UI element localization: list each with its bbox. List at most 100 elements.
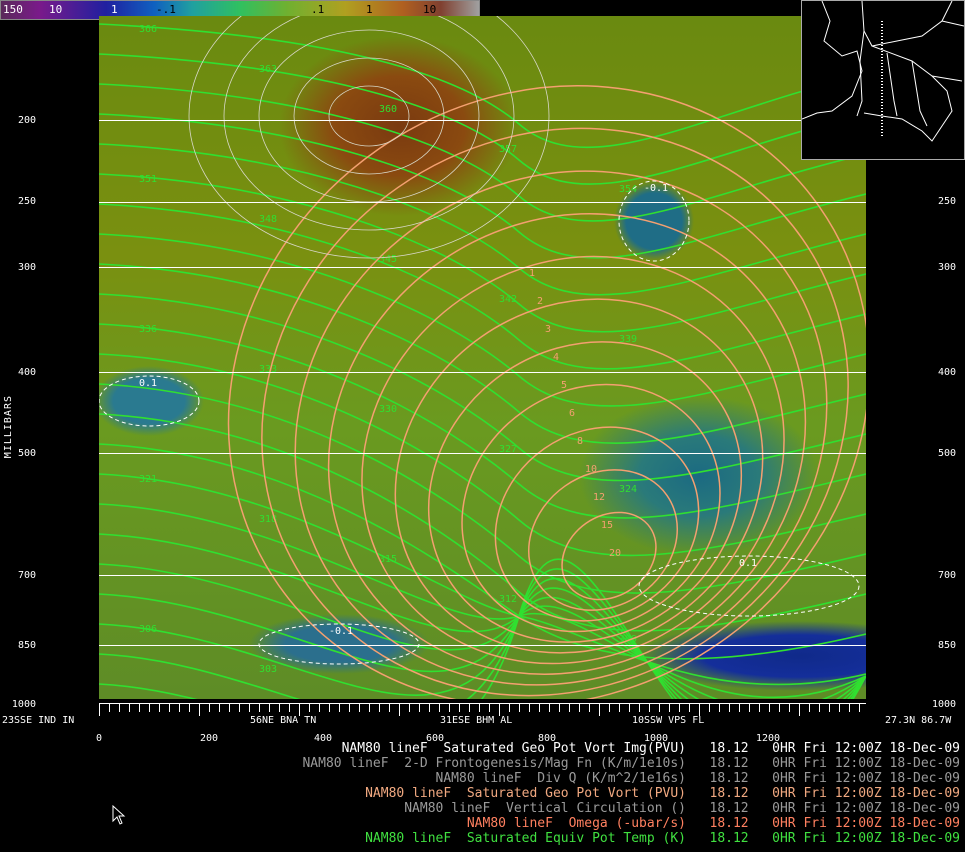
x-axis-tick xyxy=(319,704,320,712)
legend-entry: NAM80 lineF Saturated Geo Pot Vort Img(P… xyxy=(200,741,960,756)
legend-entry: NAM80 lineF Saturated Equiv Pot Temp (K)… xyxy=(200,831,960,846)
legend-day: Fri xyxy=(803,786,827,801)
legend-day: Fri xyxy=(803,756,827,771)
x-axis-tick xyxy=(659,704,660,712)
legend-line-name: lineF xyxy=(412,786,452,801)
x-axis-tick xyxy=(369,704,370,712)
legend-date: 18-Dec-09 xyxy=(889,786,960,801)
pv-contour xyxy=(227,85,866,699)
x-axis-tick xyxy=(189,704,190,712)
x-axis-tick xyxy=(549,704,550,712)
pv-contour-label: 12 xyxy=(593,492,605,503)
theta-contour xyxy=(99,323,866,519)
x-axis-tick xyxy=(99,704,100,716)
x-axis-tick xyxy=(589,704,590,712)
x-axis-tick xyxy=(379,704,380,712)
x-axis-tick xyxy=(349,704,350,712)
theta-contour xyxy=(99,503,866,699)
x-axis-tick xyxy=(469,704,470,712)
pv-contour-label: 20 xyxy=(609,548,621,559)
legend-day: Fri xyxy=(803,816,827,831)
legend-model: NAM80 xyxy=(404,801,444,816)
x-axis-tick xyxy=(749,704,750,712)
legend-field: Div Q (K/m^2/1e16s) xyxy=(537,771,687,786)
legend-field: Vertical Circulation () xyxy=(506,801,687,816)
theta-contour xyxy=(99,23,866,149)
legend-time: 18.12 xyxy=(709,756,749,771)
x-axis-tick xyxy=(129,704,130,712)
omega-contour-label: 0.1 xyxy=(139,378,157,389)
x-axis-tick xyxy=(739,704,740,712)
x-axis-tick xyxy=(849,704,850,712)
legend-model: NAM80 xyxy=(365,786,405,801)
legend-time: 18.12 xyxy=(709,816,749,831)
theta-contour-label: 333 xyxy=(259,364,277,375)
legend-entry: NAM80 lineF Div Q (K/m^2/1e16s) 18.12 0H… xyxy=(200,771,960,786)
x-axis-tick xyxy=(509,704,510,712)
legend-entry: NAM80 lineF Saturated Geo Pot Vort (PVU)… xyxy=(200,786,960,801)
pressure-gridline xyxy=(99,267,866,268)
y-axis-title: MILLIBARS xyxy=(3,395,14,459)
theta-contour-label: 312 xyxy=(499,594,517,605)
x-axis-tick xyxy=(229,704,230,712)
x-axis-tick xyxy=(759,704,760,712)
inset-map xyxy=(801,0,965,160)
theta-contour-label: 351 xyxy=(139,174,157,185)
pressure-gridline xyxy=(99,645,866,646)
legend-field: Omega (-ubar/s) xyxy=(568,816,687,831)
theta-contour xyxy=(99,83,866,222)
x-axis-tick xyxy=(149,704,150,712)
x-axis-tick xyxy=(159,704,160,712)
pressure-gridline xyxy=(99,453,866,454)
legend-z: 12:00Z xyxy=(834,756,882,771)
x-axis-tick xyxy=(639,704,640,712)
colorbar-label: 150 xyxy=(3,3,23,16)
colorbar-label: 1 xyxy=(111,3,118,16)
pressure-label: 400 xyxy=(17,367,36,378)
legend-field: Saturated Equiv Pot Temp (K) xyxy=(466,831,687,846)
omega-contour-label: -0.1 xyxy=(329,626,353,637)
theta-contour-label: 336 xyxy=(139,324,157,335)
x-axis-tick xyxy=(809,704,810,712)
legend-day: Fri xyxy=(803,831,827,846)
x-axis-tick xyxy=(109,704,110,712)
x-axis-tick xyxy=(259,704,260,712)
legend-z: 12:00Z xyxy=(834,771,882,786)
x-axis-tick xyxy=(289,704,290,712)
x-axis-tick xyxy=(249,704,250,712)
pressure-label: 700 xyxy=(938,570,957,581)
pressure-gridline xyxy=(99,372,866,373)
x-axis-tick xyxy=(619,704,620,712)
x-axis-tick xyxy=(459,704,460,712)
x-axis-tick xyxy=(199,704,200,716)
theta-contour xyxy=(99,577,866,699)
pressure-gridline xyxy=(99,202,866,203)
pv-contour xyxy=(427,341,743,643)
x-axis-tick xyxy=(709,704,710,712)
x-axis-tick xyxy=(269,704,270,712)
legend-entry: NAM80 lineF 2-D Frontogenesis/Mag Fn (K/… xyxy=(200,756,960,771)
x-axis-tick xyxy=(429,704,430,712)
x-axis-tick xyxy=(329,704,330,712)
x-axis-tick xyxy=(339,704,340,712)
theta-contour xyxy=(99,143,866,296)
legend-date: 18-Dec-09 xyxy=(889,816,960,831)
pv-contour-label: 1 xyxy=(529,268,535,279)
cross-section-plot[interactable]: 366 363 360 357 354 351 348 345 342 339 336 333 330 3… xyxy=(99,16,866,699)
legend-z: 12:00Z xyxy=(834,831,882,846)
us-southeast-map xyxy=(801,0,965,142)
x-axis-tick xyxy=(239,704,240,712)
x-axis-tick xyxy=(479,704,480,712)
theta-contour-label: 324 xyxy=(619,484,637,495)
theta-contour-label: 348 xyxy=(259,214,277,225)
omega-contour-label: -0.1 xyxy=(644,183,668,194)
x-axis-tick xyxy=(419,704,420,712)
legend-line-name: lineF xyxy=(482,771,522,786)
x-axis-tick xyxy=(519,704,520,712)
theta-contour-label: 360 xyxy=(379,104,397,115)
legend-ohr: 0HR xyxy=(772,756,796,771)
station-label: 31ESE BHM AL xyxy=(440,715,513,726)
pressure-label: 1000 xyxy=(932,699,957,710)
pv-contour xyxy=(394,298,764,654)
x-axis-tick xyxy=(599,704,600,716)
